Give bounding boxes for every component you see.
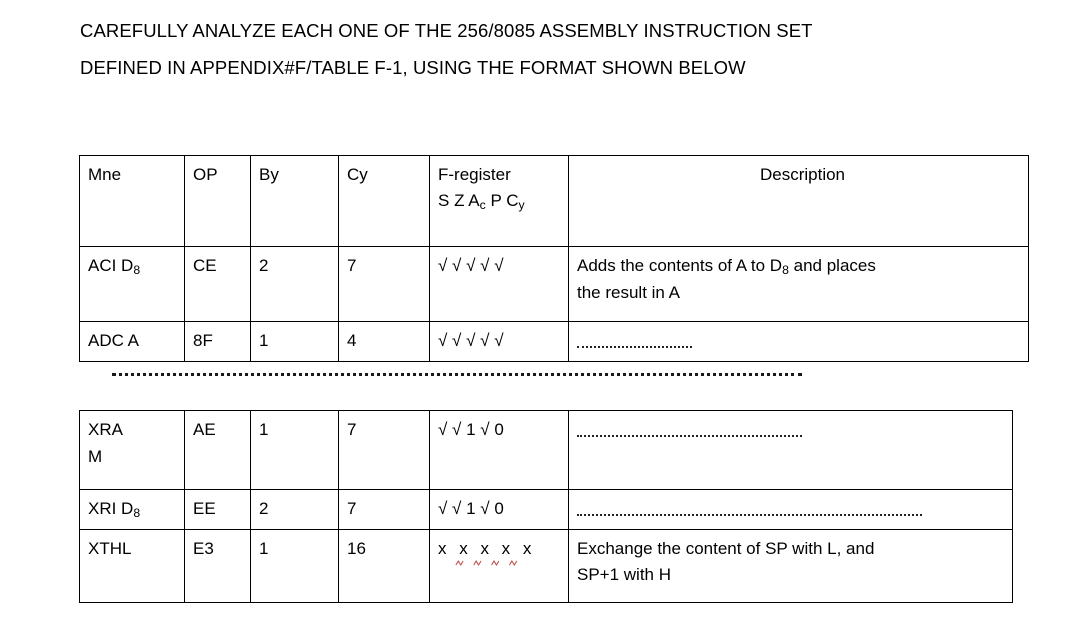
dotted-placeholder xyxy=(577,337,692,348)
instruction-table-top: Mne OP By Cy F-register S Z Ac P Cy Desc… xyxy=(79,155,1029,362)
cell-opcode: EE xyxy=(184,489,251,530)
cell-mnemonic: XTHL xyxy=(79,529,185,603)
cell-flags: √ √ √ √ √ xyxy=(429,321,569,362)
cell-bytes: 1 xyxy=(250,410,339,490)
table-row: ACI D8 CE 2 7 √ √ √ √ √ Adds the content… xyxy=(79,246,1029,322)
cell-description xyxy=(568,489,1013,530)
cell-cycles: 7 xyxy=(338,246,430,322)
cell-opcode: CE xyxy=(184,246,251,322)
cell-opcode: 8F xyxy=(184,321,251,362)
table-row: XTHL E3 1 16 x x x x x Exchange the cont… xyxy=(79,529,1013,603)
cell-bytes: 1 xyxy=(250,321,339,362)
cell-mnemonic: ACI D8 xyxy=(79,246,185,322)
mnemonic-line-1: XRA xyxy=(88,420,123,439)
table-row: ADC A 8F 1 4 √ √ √ √ √ xyxy=(79,321,1029,362)
header-flags: F-register S Z Ac P Cy xyxy=(429,155,569,247)
cell-mnemonic: XRI D8 xyxy=(79,489,185,530)
section-separator-dots xyxy=(112,373,802,376)
table-header-row: Mne OP By Cy F-register S Z Ac P Cy Desc… xyxy=(79,155,1029,247)
heading-line-2: DEFINED IN APPENDIX#F/TABLE F-1, USING T… xyxy=(80,57,746,78)
cell-description xyxy=(568,410,1013,490)
table-row: XRI D8 EE 2 7 √ √ 1 √ 0 xyxy=(79,489,1013,530)
cell-bytes: 1 xyxy=(250,529,339,603)
header-mnemonic: Mne xyxy=(79,155,185,247)
cell-flags: √ √ 1 √ 0 xyxy=(429,410,569,490)
table-row: XRA M AE 1 7 √ √ 1 √ 0 xyxy=(79,410,1013,490)
cell-flags: √ √ 1 √ 0 xyxy=(429,489,569,530)
flags-value: x x x x x xyxy=(438,539,536,558)
mnemonic-line-2: M xyxy=(88,447,103,466)
description-line-1: Adds the contents of A to D8 and places xyxy=(577,256,876,278)
cell-cycles: 4 xyxy=(338,321,430,362)
cell-bytes: 2 xyxy=(250,489,339,530)
cell-cycles: 7 xyxy=(338,410,430,490)
description-line-2: SP+1 with H xyxy=(577,565,672,584)
dotted-placeholder xyxy=(577,505,922,516)
spellcheck-error-text: x x x x x xyxy=(438,536,536,566)
cell-mnemonic: XRA M xyxy=(79,410,185,490)
cell-bytes: 2 xyxy=(250,246,339,322)
spellcheck-squiggle-icon xyxy=(455,560,518,566)
header-description: Description xyxy=(568,155,1029,247)
cell-description xyxy=(568,321,1029,362)
cell-description: Exchange the content of SP with L, and S… xyxy=(568,529,1013,603)
heading-line-1: CAREFULLY ANALYZE EACH ONE OF THE 256/80… xyxy=(80,20,813,41)
header-opcode: OP xyxy=(184,155,251,247)
header-flags-title: F-register xyxy=(438,165,511,184)
dotted-placeholder xyxy=(577,426,802,437)
cell-cycles: 16 xyxy=(338,529,430,603)
cell-cycles: 7 xyxy=(338,489,430,530)
cell-flags: x x x x x xyxy=(429,529,569,603)
header-bytes: By xyxy=(250,155,339,247)
page-heading: CAREFULLY ANALYZE EACH ONE OF THE 256/80… xyxy=(80,12,980,86)
description-line-2: the result in A xyxy=(577,283,681,302)
cell-mnemonic: ADC A xyxy=(79,321,185,362)
header-flags-legend: S Z Ac P Cy xyxy=(438,191,525,213)
description-line-1: Exchange the content of SP with L, and xyxy=(577,539,875,558)
cell-description: Adds the contents of A to D8 and places … xyxy=(568,246,1029,322)
cell-flags: √ √ √ √ √ xyxy=(429,246,569,322)
cell-opcode: E3 xyxy=(184,529,251,603)
header-cycles: Cy xyxy=(338,155,430,247)
instruction-table-bottom: XRA M AE 1 7 √ √ 1 √ 0 XRI D8 EE 2 7 √ √… xyxy=(79,410,1013,603)
cell-opcode: AE xyxy=(184,410,251,490)
